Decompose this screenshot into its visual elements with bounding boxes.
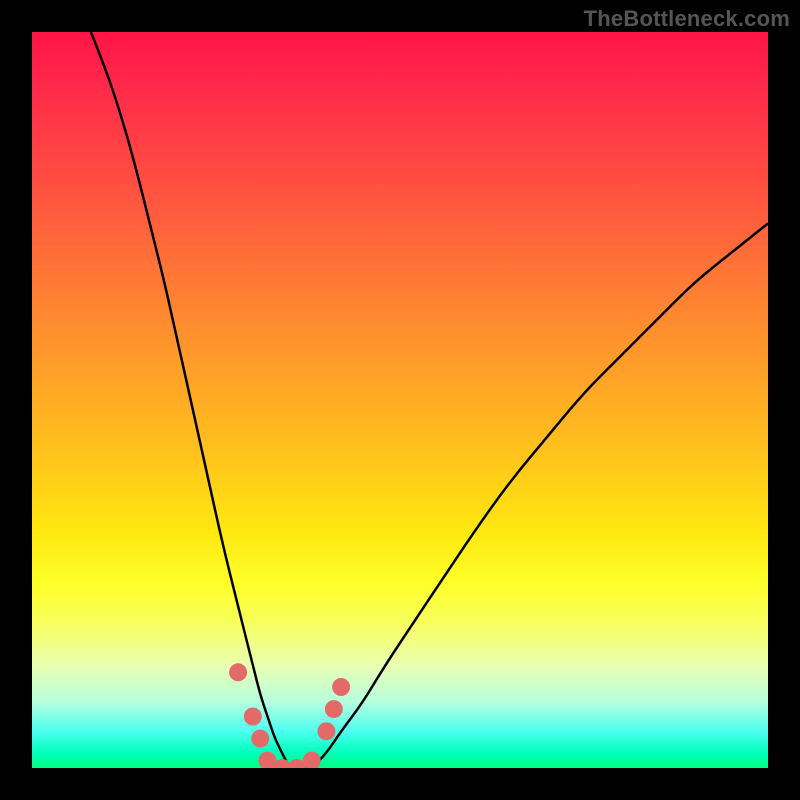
chart-container: TheBottleneck.com [0,0,800,800]
watermark-text: TheBottleneck.com [584,6,790,32]
plot-gradient-area [32,32,768,768]
